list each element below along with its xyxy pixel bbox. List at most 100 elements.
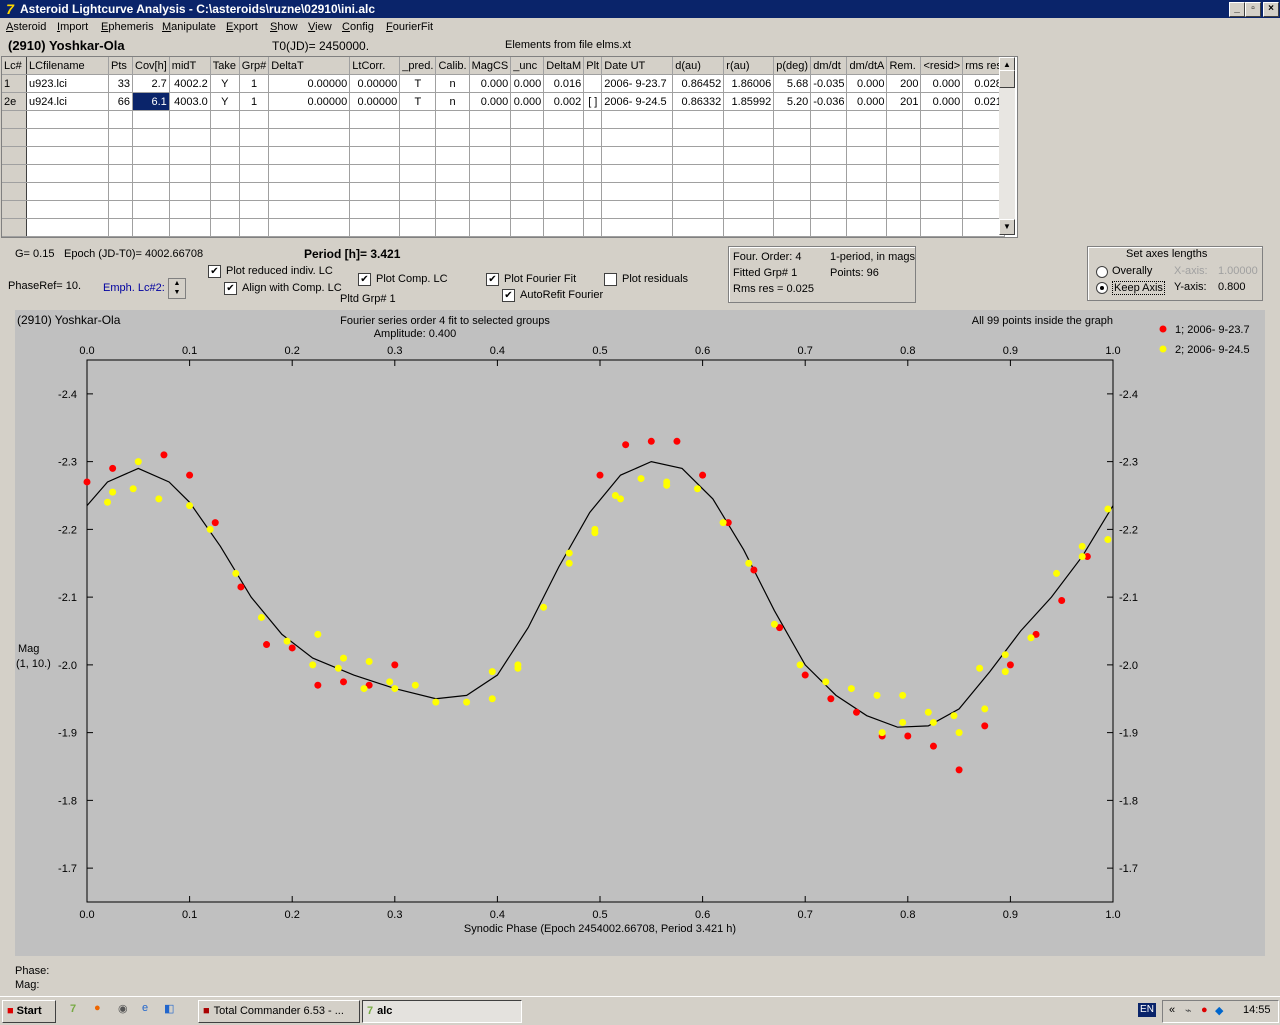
table-cell[interactable] [510,182,545,201]
table-cell[interactable] [773,200,812,219]
browser-icon[interactable]: ◉ [118,1002,128,1015]
table-cell[interactable] [239,146,270,165]
table-cell[interactable] [601,128,674,147]
table-cell[interactable] [239,128,270,147]
table-cell[interactable] [723,164,775,183]
table-row[interactable] [2,110,1005,129]
table-cell[interactable] [469,110,512,129]
close-button[interactable]: × [1263,2,1279,17]
data-point-series-2[interactable] [719,519,727,527]
table-cell[interactable] [268,128,351,147]
table-cell[interactable] [583,146,603,165]
data-point-series-2[interactable] [334,664,342,672]
table-cell[interactable] [435,128,470,147]
table-cell[interactable] [846,182,888,201]
table-cell[interactable] [210,218,240,237]
column-header[interactable]: Plt [583,57,603,75]
table-cell[interactable] [26,128,109,147]
table-cell[interactable] [723,110,775,129]
table-cell[interactable] [601,110,674,129]
clock[interactable]: 14:55 [1243,1004,1271,1016]
table-cell[interactable] [920,110,964,129]
table-cell[interactable] [239,182,270,201]
data-point-series-2[interactable] [340,654,347,662]
table-cell[interactable] [920,218,964,237]
data-point-series-2[interactable] [314,630,322,638]
data-point-series-2[interactable] [1104,536,1112,544]
table-cell[interactable] [886,218,922,237]
table-cell[interactable]: 2006- 9-23.7 [601,74,674,93]
row-header[interactable] [2,200,27,219]
table-cell[interactable] [886,128,922,147]
scroll-down-icon[interactable]: ▼ [999,219,1015,235]
data-point-series-1[interactable] [929,742,937,750]
table-cell[interactable] [108,146,133,165]
table-cell[interactable] [210,128,240,147]
table-cell[interactable]: 2.7 [132,74,170,93]
table-cell[interactable] [108,164,133,183]
table-cell[interactable] [399,182,437,201]
table-cell[interactable] [132,200,170,219]
data-point-series-1[interactable] [391,661,399,669]
table-cell[interactable] [583,110,603,129]
table-cell[interactable] [543,182,585,201]
data-point-series-2[interactable] [1104,505,1112,513]
table-cell[interactable] [132,164,170,183]
desktop-icon[interactable]: ◧ [164,1002,174,1015]
row-header[interactable] [2,164,27,183]
table-cell[interactable]: 1 [239,74,270,93]
data-point-series-2[interactable] [129,485,137,493]
taskbar-alc[interactable]: 7 alc [362,1000,522,1023]
data-point-series-2[interactable] [899,718,907,726]
table-cell[interactable] [543,200,585,219]
data-point-series-2[interactable] [693,485,701,493]
table-cell[interactable] [543,218,585,237]
data-point-series-2[interactable] [514,661,522,669]
data-point-series-2[interactable] [1001,668,1009,676]
table-cell[interactable] [846,128,888,147]
table-cell[interactable] [672,182,725,201]
data-point-series-1[interactable] [647,437,655,445]
table-cell[interactable] [469,128,512,147]
column-header[interactable]: dm/dtA [846,57,888,75]
table-cell[interactable] [510,128,545,147]
table-cell[interactable]: 66 [108,92,133,111]
row-header[interactable]: 1 [2,74,27,93]
table-cell[interactable] [810,218,848,237]
table-cell[interactable] [210,146,240,165]
table-cell[interactable]: [ ] [583,92,603,111]
table-cell[interactable] [810,110,848,129]
table-cell[interactable] [672,200,725,219]
table-cell[interactable]: 0.000 [469,74,512,93]
table-cell[interactable] [810,146,848,165]
column-header[interactable]: Cov[h] [132,57,170,75]
table-cell[interactable]: -0.035 [810,74,848,93]
data-point-series-2[interactable] [591,525,599,533]
table-cell[interactable] [132,128,170,147]
table-cell[interactable] [349,218,401,237]
table-cell[interactable] [543,128,585,147]
column-header[interactable]: DeltaT [268,57,351,75]
table-cell[interactable]: u924.lci [26,92,109,111]
table-cell[interactable]: 5.20 [773,92,812,111]
data-point-series-2[interactable] [257,613,265,621]
data-point-series-2[interactable] [847,685,855,693]
keep-axis-radio[interactable] [1096,282,1108,294]
table-cell[interactable]: T [399,92,437,111]
table-cell[interactable] [210,182,240,201]
row-header[interactable] [2,182,27,201]
table-cell[interactable] [268,218,351,237]
table-cell[interactable] [132,110,170,129]
menu-import[interactable]: Import [57,21,88,33]
data-point-series-2[interactable] [1001,651,1009,659]
data-point-series-2[interactable] [1053,569,1061,577]
table-cell[interactable] [26,218,109,237]
row-header[interactable] [2,128,27,147]
table-cell[interactable] [601,218,674,237]
table-cell[interactable] [349,182,401,201]
data-point-series-2[interactable] [391,685,399,693]
table-cell[interactable] [239,218,270,237]
table-cell[interactable]: 33 [108,74,133,93]
table-cell[interactable] [169,128,211,147]
table-cell[interactable] [773,164,812,183]
